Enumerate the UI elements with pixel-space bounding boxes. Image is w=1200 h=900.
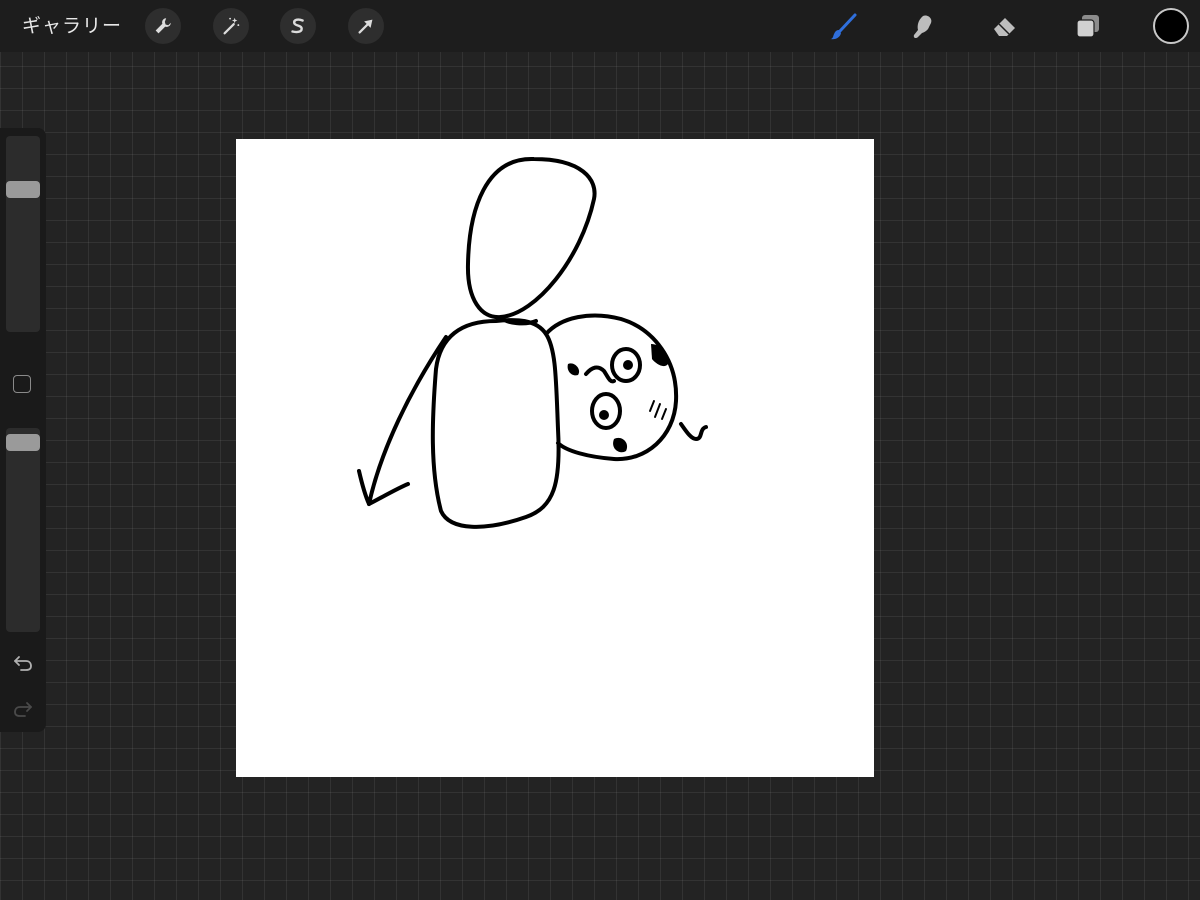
doodle-drawing [357,156,708,529]
selection-button[interactable] [280,8,316,44]
layers-button[interactable] [1069,8,1107,46]
opacity-slider[interactable] [6,428,40,632]
eraser-tool-button[interactable] [986,8,1024,46]
modify-button[interactable] [13,375,31,393]
redo-icon[interactable] [11,696,35,720]
selection-s-icon [291,18,304,34]
left-sidebar [0,128,46,732]
actions-button[interactable] [145,8,181,44]
color-picker-swatch[interactable] [1153,8,1189,44]
smudge-icon [913,15,932,39]
eraser-icon [994,18,1015,36]
undo-icon[interactable] [11,650,35,674]
gallery-button[interactable]: ギャラリー [22,13,122,39]
layers-icon [1076,15,1099,38]
transform-arrow-icon [358,19,373,34]
wrench-icon [155,18,171,34]
opacity-slider-thumb[interactable] [6,434,40,451]
brush-size-slider-thumb[interactable] [6,181,40,198]
adjustments-button[interactable] [213,8,249,44]
magic-wand-icon [223,17,240,35]
top-toolbar: ギャラリー [0,0,1200,52]
brush-icon [830,13,857,40]
brush-tool-button[interactable] [824,8,862,46]
brush-size-slider[interactable] [6,136,40,332]
smudge-tool-button[interactable] [905,8,943,46]
transform-button[interactable] [348,8,384,44]
drawing-canvas[interactable] [236,139,874,777]
